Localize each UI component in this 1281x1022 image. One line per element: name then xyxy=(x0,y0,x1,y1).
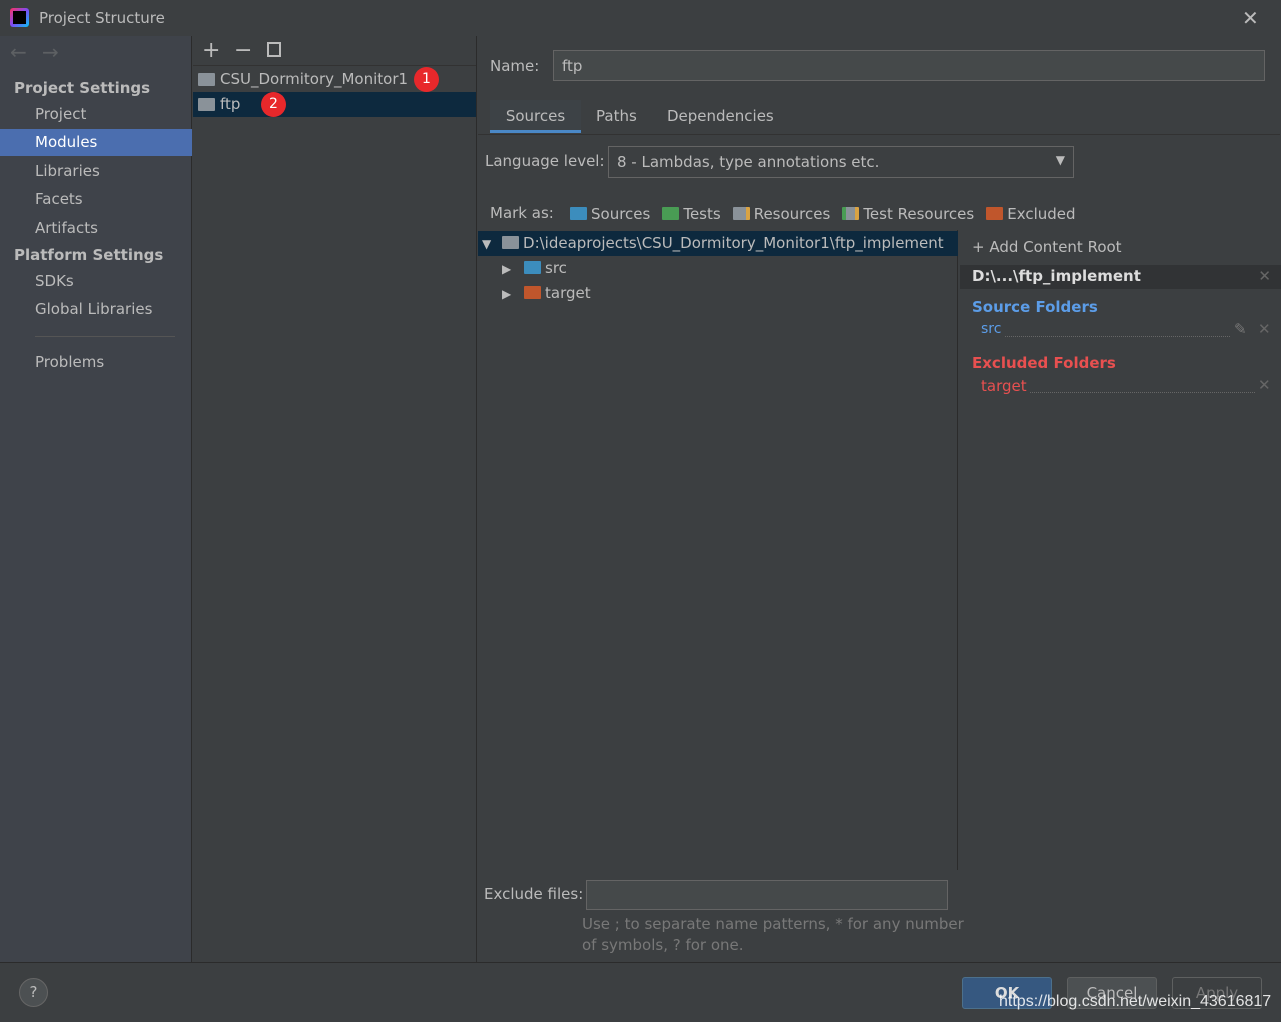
sidebar-item-project[interactable]: Project xyxy=(35,101,192,128)
remove-icon[interactable]: ✕ xyxy=(1258,376,1271,394)
sidebar: ← → Project Settings Project Modules Lib… xyxy=(0,36,192,962)
annotation-badge: 1 xyxy=(414,67,439,92)
mark-tests-button[interactable]: Tests xyxy=(662,205,721,223)
add-content-root-button[interactable]: + Add Content Root xyxy=(972,238,1122,256)
module-name: ftp xyxy=(220,95,241,113)
mark-label: Resources xyxy=(753,205,831,223)
chevron-down-icon: ▼ xyxy=(1055,153,1065,167)
sidebar-item-libraries[interactable]: Libraries xyxy=(35,158,192,185)
divider xyxy=(478,134,1280,135)
root-path: D:\ideaprojects\CSU_Dormitory_Monitor1\f… xyxy=(523,234,944,252)
remove-icon[interactable]: ✕ xyxy=(1258,320,1271,338)
folder-name: src xyxy=(545,259,567,277)
tab-sources[interactable]: Sources xyxy=(490,100,581,133)
modules-panel: + − CSU_Dormitory_Monitor1 1 ftp 2 xyxy=(193,36,477,962)
module-name: CSU_Dormitory_Monitor1 xyxy=(220,70,409,88)
copy-icon[interactable] xyxy=(267,42,281,57)
name-label: Name: xyxy=(490,57,540,75)
folder-name: target xyxy=(545,284,591,302)
resources-folder-icon xyxy=(732,207,750,220)
mark-label: Test Resources xyxy=(863,205,975,223)
section-platform-settings: Platform Settings xyxy=(14,246,164,264)
back-icon[interactable]: ← xyxy=(10,40,27,64)
mark-as-label: Mark as: xyxy=(490,204,554,222)
exclude-hint: Use ; to separate name patterns, * for a… xyxy=(582,915,964,933)
annotation-badge: 2 xyxy=(261,92,286,117)
language-level-label: Language level: xyxy=(485,152,605,170)
divider xyxy=(35,336,175,337)
tree-item-target[interactable]: ▶ target xyxy=(502,281,591,306)
module-item-selected[interactable]: ftp 2 xyxy=(193,92,476,117)
mark-resources-button[interactable]: Resources xyxy=(732,205,831,223)
name-input[interactable]: ftp xyxy=(553,50,1265,81)
edit-icon[interactable]: ✎ xyxy=(1234,320,1247,338)
excluded-folder-icon xyxy=(524,286,542,299)
sidebar-item-global-libraries[interactable]: Global Libraries xyxy=(35,296,192,323)
tree-root[interactable]: ▼ D:\ideaprojects\CSU_Dormitory_Monitor1… xyxy=(478,231,958,256)
divider xyxy=(193,65,476,66)
app-logo-icon xyxy=(10,8,29,27)
exclude-files-input[interactable] xyxy=(586,880,948,910)
excluded-folders-title: Excluded Folders xyxy=(972,354,1116,372)
mark-label: Excluded xyxy=(1007,205,1076,223)
tree-item-src[interactable]: ▶ src xyxy=(502,256,567,281)
help-button[interactable]: ? xyxy=(19,978,48,1007)
source-folder-item[interactable]: src xyxy=(981,321,1001,337)
sidebar-item-modules[interactable]: Modules xyxy=(0,129,192,156)
source-folder-icon xyxy=(524,261,542,274)
sources-folder-icon xyxy=(570,207,587,220)
exclude-hint-2: of symbols, ? for one. xyxy=(582,936,744,954)
add-icon[interactable]: + xyxy=(202,38,220,63)
tab-paths[interactable]: Paths xyxy=(596,100,637,133)
mark-test-resources-button[interactable]: Test Resources xyxy=(842,205,974,223)
window-title: Project Structure xyxy=(39,9,165,27)
expand-down-icon: ▼ xyxy=(482,237,492,251)
divider xyxy=(1030,392,1255,393)
sidebar-item-sdks[interactable]: SDKs xyxy=(35,268,192,295)
excluded-folder-icon xyxy=(986,207,1004,220)
mark-label: Sources xyxy=(591,205,651,223)
mark-sources-button[interactable]: Sources xyxy=(570,205,650,223)
exclude-files-label: Exclude files: xyxy=(484,885,584,903)
name-value: ftp xyxy=(562,57,583,75)
divider xyxy=(0,962,1281,963)
source-folders-title: Source Folders xyxy=(972,298,1098,316)
folder-icon xyxy=(502,236,520,249)
forward-icon[interactable]: → xyxy=(42,40,59,64)
mark-excluded-button[interactable]: Excluded xyxy=(986,205,1076,223)
language-level-select[interactable]: 8 - Lambdas, type annotations etc. ▼ xyxy=(608,146,1074,178)
title-bar: Project Structure ✕ xyxy=(0,0,1281,36)
module-item[interactable]: CSU_Dormitory_Monitor1 1 xyxy=(193,67,476,92)
close-icon[interactable]: ✕ xyxy=(1258,267,1271,285)
tab-dependencies[interactable]: Dependencies xyxy=(667,100,774,133)
content-root-header: D:\...\ftp_implement ✕ xyxy=(960,265,1281,289)
close-icon[interactable]: ✕ xyxy=(1242,6,1259,30)
test-resources-folder-icon xyxy=(842,207,860,220)
content-root-panel: + Add Content Root D:\...\ftp_implement ✕… xyxy=(960,230,1281,962)
language-level-value: 8 - Lambdas, type annotations etc. xyxy=(617,153,880,171)
mark-as-toolbar: Sources Tests Resources Test Resources E… xyxy=(570,205,1076,223)
sidebar-item-facets[interactable]: Facets xyxy=(35,186,192,213)
expand-right-icon: ▶ xyxy=(502,262,512,276)
tests-folder-icon xyxy=(662,207,680,220)
excluded-folder-item[interactable]: target xyxy=(981,377,1027,395)
mark-label: Tests xyxy=(683,205,721,223)
section-project-settings: Project Settings xyxy=(14,79,151,97)
folder-tree: ▼ D:\ideaprojects\CSU_Dormitory_Monitor1… xyxy=(478,230,958,870)
divider xyxy=(1005,336,1230,337)
sidebar-item-artifacts[interactable]: Artifacts xyxy=(35,215,192,242)
module-folder-icon xyxy=(198,73,215,86)
add-content-root-label: Add Content Root xyxy=(989,238,1122,256)
expand-right-icon: ▶ xyxy=(502,287,512,301)
module-folder-icon xyxy=(198,98,215,111)
sidebar-item-problems[interactable]: Problems xyxy=(35,349,192,376)
content-root-path: D:\...\ftp_implement xyxy=(972,267,1141,285)
watermark: https://blog.csdn.net/weixin_43616817 xyxy=(999,993,1272,1010)
remove-icon[interactable]: − xyxy=(234,38,252,63)
